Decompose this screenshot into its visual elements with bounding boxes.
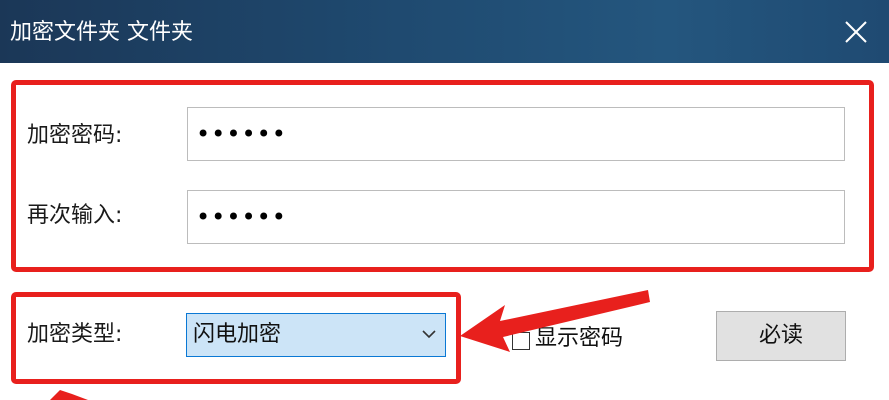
read-me-button[interactable]: 必读 xyxy=(716,311,846,361)
show-password-checkbox[interactable] xyxy=(512,332,530,350)
password-label: 加密密码: xyxy=(27,123,123,148)
password-field[interactable]: •••••• xyxy=(187,107,845,161)
window-title: 加密文件夹 文件夹 xyxy=(10,20,193,45)
confirm-password-label: 再次输入: xyxy=(27,203,123,228)
encryption-type-value: 闪电加密 xyxy=(193,322,282,347)
confirm-password-value: •••••• xyxy=(196,203,287,231)
title-bar: 加密文件夹 文件夹 xyxy=(0,0,889,63)
show-password-label[interactable]: 显示密码 xyxy=(535,324,623,354)
encryption-type-label: 加密类型: xyxy=(27,322,123,347)
encryption-type-select[interactable]: 闪电加密 xyxy=(186,313,446,357)
chevron-down-icon xyxy=(422,330,436,339)
confirm-password-field[interactable]: •••••• xyxy=(187,190,845,244)
close-button[interactable] xyxy=(828,10,884,56)
close-icon xyxy=(845,21,867,43)
red-arrow-partial xyxy=(50,390,88,400)
password-value: •••••• xyxy=(196,120,287,148)
